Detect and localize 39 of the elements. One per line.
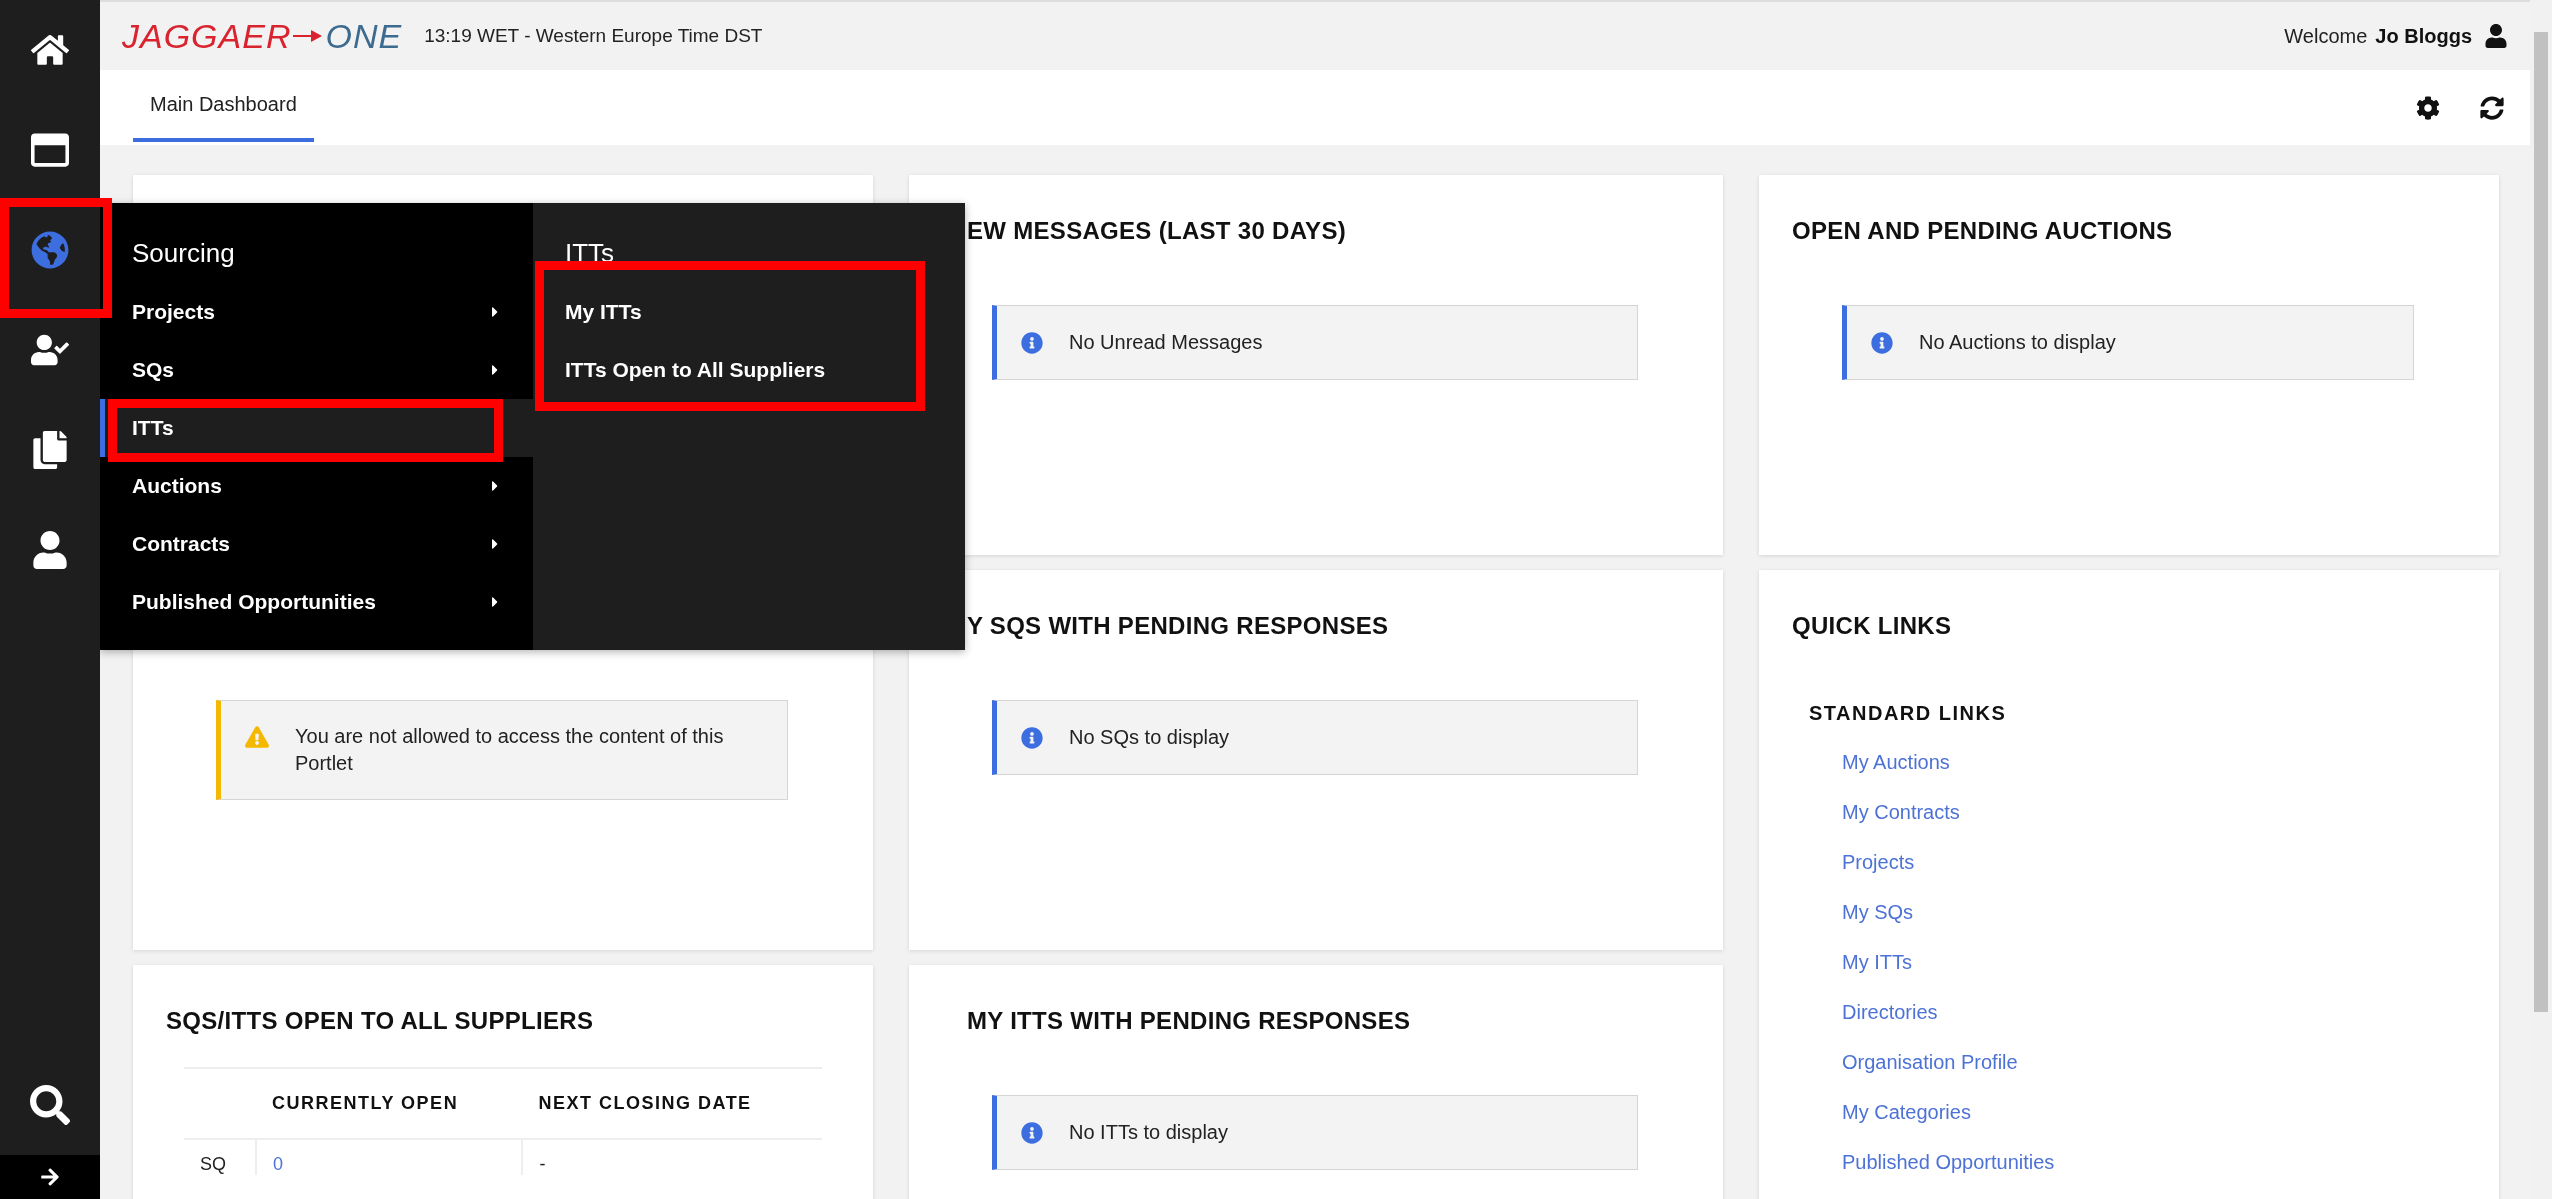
user-name: Jo Bloggs — [2375, 24, 2472, 48]
quick-link[interactable]: My Categories — [1842, 1087, 1971, 1137]
menu-title: Sourcing — [131, 237, 236, 270]
table-cell: SQ — [184, 1139, 257, 1175]
logo: JAGGAER ONE — [122, 19, 403, 53]
welcome-text: Welcome — [2284, 24, 2368, 48]
portlet-title: MY ITTS WITH PENDING RESPONSES — [966, 1006, 1412, 1036]
quick-link[interactable]: My ITTs — [1842, 937, 1912, 987]
menu-item[interactable]: Auctions — [100, 457, 533, 515]
quick-link[interactable]: Directories — [1842, 987, 1938, 1037]
quick-link[interactable]: Organisation Profile — [1842, 1037, 2018, 1087]
time-zone-text: 13:19 WET - Western Europe Time DST — [424, 25, 763, 47]
message-text: No ITTs to display — [1069, 1120, 1228, 1145]
column-header: CURRENTLY OPEN — [256, 1068, 523, 1139]
portlet-title: EW MESSAGES (LAST 30 DAYS) — [966, 216, 1347, 246]
links-group-label: STANDARD LINKS — [1809, 702, 2008, 725]
message-text: No Unread Messages — [1069, 330, 1263, 355]
count-link[interactable]: 0 — [273, 1154, 284, 1174]
portlet-title: SQS/ITTS OPEN TO ALL SUPPLIERS — [166, 1006, 595, 1036]
quick-link[interactable]: My Contracts — [1842, 787, 1960, 837]
portlet-title: Y SQS WITH PENDING RESPONSES — [966, 611, 1390, 641]
submenu-item[interactable]: ITTs Open to All Suppliers — [533, 341, 965, 399]
quick-link[interactable]: Projects — [1842, 837, 1915, 887]
menu-item[interactable]: Published Opportunities — [100, 573, 533, 631]
message-text: No SQs to display — [1069, 725, 1230, 750]
dashboard-tab[interactable]: Main Dashboard — [133, 70, 314, 142]
quick-link[interactable]: Published Opportunities — [1842, 1137, 2055, 1187]
submenu-item[interactable]: My ITTs — [533, 283, 965, 341]
menu-item[interactable]: Contracts — [100, 515, 533, 573]
menu-item[interactable]: SQs — [100, 341, 533, 399]
menu-item[interactable]: Projects — [100, 283, 533, 341]
message-text: No Auctions to display — [1919, 330, 2116, 355]
table-cell: - — [539, 1154, 546, 1174]
quick-link[interactable]: My SQs — [1842, 887, 1914, 937]
column-header: NEXT CLOSING DATE — [522, 1068, 822, 1139]
quick-link[interactable]: My Auctions — [1842, 737, 1950, 787]
message-text: You are not allowed to access the content of this Portlet — [295, 724, 725, 776]
portlet-title: OPEN AND PENDING AUCTIONS — [1792, 216, 2174, 246]
portlet-title: QUICK LINKS — [1792, 611, 1953, 641]
